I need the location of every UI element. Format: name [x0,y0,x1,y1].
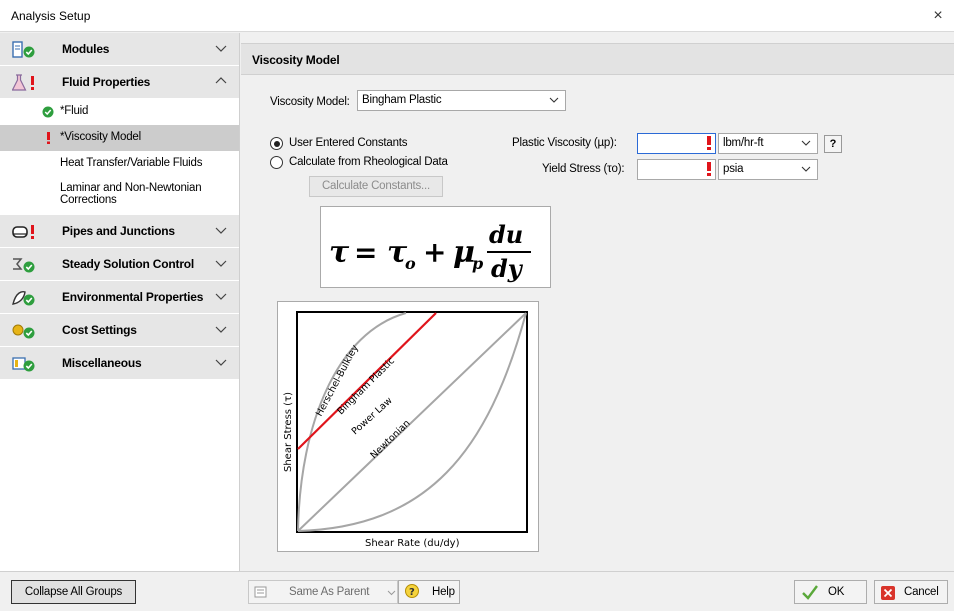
plastic-viscosity-unit-select[interactable]: lbm/hr-ft [718,133,818,154]
footer: Collapse All Groups Same As Parent ? Hel… [0,571,954,611]
chevron-down-icon [801,140,811,146]
cost-icon [12,324,35,339]
formula-tau: τ [329,235,350,270]
panel-header: Viscosity Model [241,43,954,75]
group-modules[interactable]: Modules [0,33,239,66]
bingham-formula: τ = τ o + μ p du dy [320,206,551,288]
yield-stress-unit-select[interactable]: psia [718,159,818,180]
plastic-viscosity-input[interactable] [637,133,716,154]
group-label: Miscellaneous [62,356,142,370]
plastic-viscosity-label: Plastic Viscosity (µp): [512,137,617,149]
chevron-down-icon[interactable] [214,41,228,55]
help-footer-button[interactable]: ? Help [398,580,460,604]
error-icon [47,132,50,144]
environment-icon [12,291,35,306]
sidebar-item-label: Heat Transfer/Variable Fluids [60,157,203,169]
cancel-icon [881,586,895,600]
ok-button[interactable]: OK [794,580,867,604]
close-icon[interactable]: × [928,6,948,26]
window-title: Analysis Setup [11,9,91,23]
miscellaneous-icon [12,357,35,372]
same-as-parent-label: Same As Parent [289,586,370,598]
formula-subscript-p: p [472,254,483,273]
panel-title: Viscosity Model [252,53,340,67]
user-entered-constants-label: User Entered Constants [289,137,408,149]
yield-stress-unit: psia [723,163,744,175]
group-miscellaneous[interactable]: Miscellaneous [0,347,239,380]
formula-numerator: du [489,220,523,249]
group-label: Fluid Properties [62,75,151,89]
main-panel: Viscosity Model Viscosity Model: Bingham… [241,33,954,571]
chevron-down-icon [549,97,559,103]
sidebar: Modules Fluid Properties *Fluid *Viscosi… [0,33,240,571]
sidebar-item-heat-transfer[interactable]: Heat Transfer/Variable Fluids [0,151,239,177]
sidebar-item-label: Laminar and Non-Newtonian Corrections [60,182,202,206]
title-bar: Analysis Setup × [0,0,954,32]
group-environmental-properties[interactable]: Environmental Properties [0,281,239,314]
formula-plus: + [423,236,446,269]
viscosity-model-value: Bingham Plastic [362,94,442,106]
rheology-diagram: Herschel-Bulkley Bingham Plastic Power L… [277,301,539,552]
chevron-up-icon[interactable] [214,74,228,88]
yield-stress-input[interactable] [637,159,716,180]
sidebar-item-viscosity-model[interactable]: *Viscosity Model [0,125,239,151]
chevron-down-icon[interactable] [214,223,228,237]
plastic-viscosity-unit: lbm/hr-ft [723,137,764,149]
group-cost-settings[interactable]: Cost Settings [0,314,239,347]
group-pipes-and-junctions[interactable]: Pipes and Junctions [0,215,239,248]
formula-subscript-o: o [405,254,416,273]
formula-denominator: dy [491,254,524,283]
chevron-down-icon[interactable] [214,256,228,270]
chevron-down-icon [801,166,811,172]
y-axis-label: Shear Stress (τ) [283,392,294,472]
group-label: Pipes and Junctions [62,224,175,238]
x-axis-label: Shear Rate (du/dy) [365,538,460,549]
modules-icon [12,41,35,58]
checkmark-icon [802,585,818,600]
group-label: Environmental Properties [62,290,204,304]
notes-icon [254,586,267,598]
sidebar-item-label: *Fluid [60,105,89,117]
pipes-icon [12,225,34,239]
error-icon [707,162,711,176]
group-steady-solution-control[interactable]: Steady Solution Control [0,248,239,281]
help-bubble-icon: ? [405,584,419,598]
cancel-label: Cancel [904,586,939,598]
chevron-down-icon[interactable] [214,355,228,369]
user-entered-constants-radio[interactable] [270,137,283,150]
flask-icon [12,74,34,91]
viscosity-model-label: Viscosity Model: [270,96,350,108]
help-label: Help [432,586,455,598]
group-label: Steady Solution Control [62,257,195,271]
sidebar-item-label: *Viscosity Model [60,131,141,143]
sidebar-item-fluid[interactable]: *Fluid [0,99,239,125]
chevron-down-icon[interactable] [214,322,228,336]
chevron-down-icon [387,590,396,596]
formula-equals: = [354,236,377,269]
calculate-rheological-label: Calculate from Rheological Data [289,156,448,168]
same-as-parent-button[interactable]: Same As Parent [248,580,398,604]
yield-stress-label: Yield Stress (τo): [542,163,625,175]
svg-text:?: ? [409,587,415,598]
check-icon [42,106,54,118]
help-button[interactable]: ? [824,135,842,153]
calculate-rheological-radio[interactable] [270,156,283,169]
sidebar-item-laminar-corrections[interactable]: Laminar and Non-Newtonian Corrections [0,177,239,215]
chevron-down-icon[interactable] [214,289,228,303]
calculate-constants-button[interactable]: Calculate Constants... [309,176,443,197]
solution-control-icon [13,258,35,273]
rheology-graphic: Herschel-Bulkley Bingham Plastic Power L… [283,311,528,549]
formula-graphic: τ = τ o + μ p du dy [329,220,531,283]
group-label: Modules [62,42,110,56]
group-fluid-properties[interactable]: Fluid Properties [0,66,239,99]
group-label: Cost Settings [62,323,137,337]
cancel-button[interactable]: Cancel [874,580,948,604]
collapse-all-groups-button[interactable]: Collapse All Groups [11,580,136,604]
error-icon [707,136,711,150]
viscosity-model-select[interactable]: Bingham Plastic [357,90,566,111]
ok-label: OK [828,586,845,598]
